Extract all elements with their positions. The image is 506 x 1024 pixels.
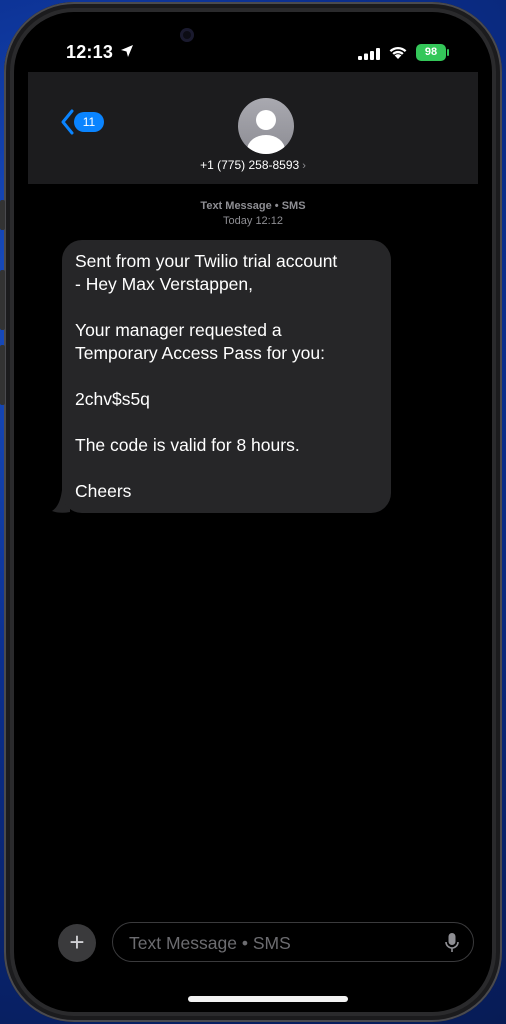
unread-count-badge: 11 xyxy=(74,112,104,132)
message-line: Cheers xyxy=(75,481,132,501)
message-text-field[interactable] xyxy=(112,922,474,962)
mute-switch xyxy=(0,200,5,230)
chevron-left-icon xyxy=(61,109,74,135)
message-service-label: Text Message • SMS xyxy=(200,200,306,212)
message-line: Sent from your Twilio trial account xyxy=(75,251,338,271)
phone-screen: 12:13 98 11 +1 (775) 258-8593 › Text Mes… xyxy=(14,12,492,1012)
compose-bar: + xyxy=(58,922,476,962)
cellular-signal-icon xyxy=(358,48,380,60)
home-indicator[interactable] xyxy=(188,996,348,1002)
front-camera xyxy=(180,28,194,42)
message-line: - Hey Max Verstappen, xyxy=(75,274,253,294)
battery-level: 98 xyxy=(424,46,438,58)
volume-up-button xyxy=(0,270,5,330)
wifi-icon xyxy=(389,46,407,59)
contact-avatar[interactable] xyxy=(238,98,294,154)
back-button[interactable]: 11 xyxy=(60,108,120,136)
status-time: 12:13 xyxy=(66,42,114,62)
add-attachment-button[interactable]: + xyxy=(58,924,96,962)
battery-cap xyxy=(447,49,449,56)
message-line: Your manager requested a xyxy=(75,320,282,340)
chevron-right-icon: › xyxy=(302,160,306,172)
conversation-header: 11 +1 (775) 258-8593 › xyxy=(28,72,478,184)
message-line: Temporary Access Pass for you: xyxy=(75,343,325,363)
volume-down-button xyxy=(0,345,5,405)
message-input[interactable] xyxy=(127,932,431,954)
message-line: 2chv$s5q xyxy=(75,389,150,409)
contact-number: +1 (775) 258-8593 xyxy=(200,158,300,172)
microphone-icon[interactable] xyxy=(445,933,459,953)
person-silhouette-icon xyxy=(247,110,285,154)
message-timestamp: Today 12:12 xyxy=(223,215,283,227)
location-arrow-icon xyxy=(121,45,133,57)
contact-number-row[interactable]: +1 (775) 258-8593 › xyxy=(28,158,478,172)
battery-icon: 98 xyxy=(416,44,446,61)
incoming-message-bubble[interactable]: Sent from your Twilio trial account - Hey… xyxy=(62,240,391,513)
message-line: The code is valid for 8 hours. xyxy=(75,435,300,455)
